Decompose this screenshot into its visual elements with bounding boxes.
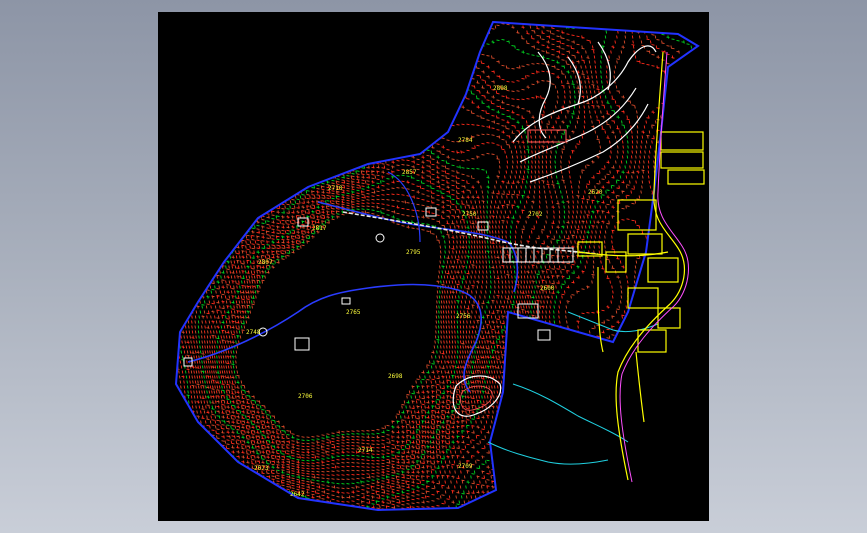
- contour-line: [181, 105, 523, 507]
- elevation-label: 2706: [298, 393, 313, 400]
- elevation-label: 2817: [312, 225, 327, 232]
- elevation-label: 2702: [528, 211, 543, 218]
- contour-line: [176, 22, 629, 510]
- contour-line: [220, 187, 465, 456]
- elevation-label: 2600: [540, 285, 555, 292]
- east-road-network: [577, 131, 705, 423]
- internal-trail-blue: [317, 201, 519, 293]
- contour-line: [176, 22, 639, 510]
- contour-line: [176, 73, 537, 510]
- site-plan-drawing: 2808 2784 2857 2710 2807 2817 2795 2750 …: [174, 20, 705, 512]
- elevation-label: 2698: [388, 373, 403, 380]
- internal-trail-blue: [187, 283, 482, 393]
- contour-line: [197, 142, 492, 485]
- elevation-label: 2714: [358, 447, 373, 454]
- elevation-label: 2709: [458, 463, 473, 470]
- elevation-label: 2620: [588, 189, 603, 196]
- elevation-label: 2807: [258, 259, 273, 266]
- contour-line: [235, 210, 442, 438]
- elevation-label: 2784: [458, 137, 473, 144]
- elevation-label: 2642: [290, 491, 305, 498]
- elevation-label: 2808: [493, 85, 508, 92]
- elevation-label: 2795: [406, 249, 421, 256]
- elevation-label: 2710: [328, 185, 343, 192]
- contour-line: [225, 198, 458, 451]
- elevation-label: 2673: [254, 465, 269, 472]
- drainage-streams: [487, 311, 659, 465]
- elevation-label: 2857: [402, 169, 417, 176]
- contour-line: [176, 85, 530, 510]
- contour-line: [176, 22, 624, 510]
- elevation-label: 2750: [462, 211, 477, 218]
- clubhouse-building: [527, 129, 567, 143]
- cad-drawing-viewport[interactable]: 2808 2784 2857 2710 2807 2817 2795 2750 …: [158, 12, 709, 521]
- elevation-label: 2748: [246, 329, 261, 336]
- elevation-label: 2756: [456, 313, 471, 320]
- contour-line: [206, 154, 481, 473]
- elevation-label: 2765: [346, 309, 361, 316]
